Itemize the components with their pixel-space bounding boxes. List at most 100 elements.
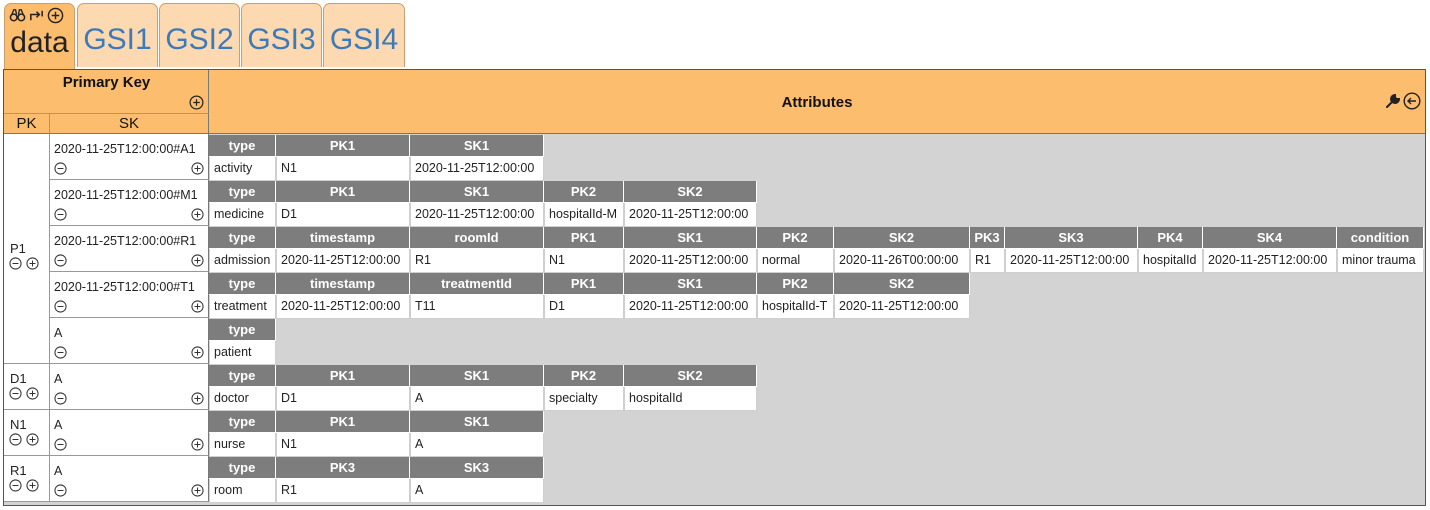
add-attribute-icon[interactable] xyxy=(191,484,204,497)
attribute-name-pk3: PK3 xyxy=(970,227,1005,249)
attribute-value[interactable]: hospitalId xyxy=(1138,249,1203,273)
attribute-value[interactable]: room xyxy=(209,479,276,503)
attribute-value[interactable]: hospitalId-T xyxy=(757,295,834,319)
binoculars-icon[interactable] xyxy=(9,7,26,24)
sort-key-value: A xyxy=(54,418,63,432)
attribute-value[interactable]: A xyxy=(410,387,544,411)
attribute-value[interactable]: D1 xyxy=(276,203,410,227)
attribute-value[interactable]: nurse xyxy=(209,433,276,457)
sort-key-cell: 2020-11-25T12:00:00#A1 xyxy=(50,134,209,180)
tab-tools xyxy=(9,6,64,24)
swap-icon[interactable] xyxy=(28,7,45,24)
attribute-value[interactable]: 2020-11-26T00:00:00 xyxy=(834,249,970,273)
attribute-value[interactable]: 2020-11-25T12:00:00 xyxy=(834,295,970,319)
attribute-value[interactable]: 2020-11-25T12:00:00 xyxy=(624,249,757,273)
attribute-name-type: type xyxy=(209,411,276,433)
sort-key-value: A xyxy=(54,464,63,478)
attribute-value[interactable]: hospitalId-M xyxy=(544,203,624,227)
attribute-value[interactable]: R1 xyxy=(276,479,410,503)
remove-partition-icon[interactable] xyxy=(9,433,22,446)
attribute-name-sk1: SK1 xyxy=(410,365,544,387)
attribute-value[interactable]: R1 xyxy=(410,249,544,273)
attribute-name-type: type xyxy=(209,365,276,387)
attribute-value[interactable]: 2020-11-25T12:00:00 xyxy=(276,295,410,319)
attribute-value[interactable]: N1 xyxy=(276,433,410,457)
add-partition-icon[interactable] xyxy=(26,387,39,400)
attribute-value[interactable]: T11 xyxy=(410,295,544,319)
add-attribute-icon[interactable] xyxy=(191,162,204,175)
add-partition-icon[interactable] xyxy=(26,479,39,492)
add-partition-icon[interactable] xyxy=(26,433,39,446)
remove-item-icon[interactable] xyxy=(54,346,67,359)
attribute-value[interactable]: 2020-11-25T12:00:00 xyxy=(276,249,410,273)
attribute-value[interactable]: 2020-11-25T12:00:00 xyxy=(1005,249,1138,273)
attribute-value[interactable]: 2020-11-25T12:00:00 xyxy=(624,203,757,227)
attribute-name-pk4: PK4 xyxy=(1138,227,1203,249)
add-attribute-icon[interactable] xyxy=(191,438,204,451)
remove-partition-icon[interactable] xyxy=(9,479,22,492)
attribute-value[interactable]: D1 xyxy=(276,387,410,411)
partition-key-buttons xyxy=(9,257,39,270)
collapse-left-icon[interactable] xyxy=(1403,92,1421,110)
attribute-name-sk2: SK2 xyxy=(624,181,757,203)
remove-item-icon[interactable] xyxy=(54,208,67,221)
attribute-name-sk1: SK1 xyxy=(410,181,544,203)
tab-gsi4[interactable]: GSI4 xyxy=(323,3,405,67)
partition-key-value: N1 xyxy=(10,417,27,432)
attribute-value[interactable]: medicine xyxy=(209,203,276,227)
attribute-value[interactable]: 2020-11-25T12:00:00 xyxy=(410,157,544,181)
partition-key-value: P1 xyxy=(10,241,26,256)
attribute-value[interactable]: doctor xyxy=(209,387,276,411)
remove-item-icon[interactable] xyxy=(54,484,67,497)
attribute-value[interactable]: hospitalId xyxy=(624,387,757,411)
attribute-value[interactable]: A xyxy=(410,479,544,503)
attribute-value[interactable]: D1 xyxy=(544,295,624,319)
remove-item-icon[interactable] xyxy=(54,392,67,405)
add-attribute-icon[interactable] xyxy=(191,392,204,405)
attribute-value[interactable]: N1 xyxy=(276,157,410,181)
add-attribute-icon[interactable] xyxy=(191,208,204,221)
attribute-name-sk1: SK1 xyxy=(410,411,544,433)
attribute-value[interactable]: normal xyxy=(757,249,834,273)
tab-gsi3[interactable]: GSI3 xyxy=(241,3,322,67)
add-attribute-icon[interactable] xyxy=(191,254,204,267)
remove-item-icon[interactable] xyxy=(54,300,67,313)
partition-key-value: R1 xyxy=(10,463,27,478)
attribute-value[interactable]: specialty xyxy=(544,387,624,411)
add-partition-icon[interactable] xyxy=(26,257,39,270)
wrench-icon[interactable] xyxy=(1384,92,1402,110)
attribute-value[interactable]: 2020-11-25T12:00:00 xyxy=(1203,249,1337,273)
partition-key-cell: R1 xyxy=(4,456,50,502)
add-attribute-icon[interactable] xyxy=(191,300,204,313)
remove-item-icon[interactable] xyxy=(54,438,67,451)
attribute-value[interactable]: 2020-11-25T12:00:00 xyxy=(624,295,757,319)
sort-key-cell: A xyxy=(50,364,209,410)
remove-partition-icon[interactable] xyxy=(9,387,22,400)
attribute-name-timestamp: timestamp xyxy=(276,273,410,295)
attribute-value[interactable]: A xyxy=(410,433,544,457)
attribute-value[interactable]: N1 xyxy=(544,249,624,273)
attribute-value[interactable]: treatment xyxy=(209,295,276,319)
data-table: Primary Key PK SK Attributes P1 2020-11-2… xyxy=(3,69,1426,506)
attribute-name-pk1: PK1 xyxy=(276,411,410,433)
add-circle-icon[interactable] xyxy=(47,7,64,24)
attribute-value[interactable]: R1 xyxy=(970,249,1005,273)
tab-gsi2[interactable]: GSI2 xyxy=(159,3,240,67)
tab-data[interactable]: data xyxy=(4,3,75,70)
attribute-name-sk1: SK1 xyxy=(410,135,544,157)
sort-key-value: A xyxy=(54,372,63,386)
attribute-value[interactable]: activity xyxy=(209,157,276,181)
attribute-value[interactable]: admission xyxy=(209,249,276,273)
attribute-name-pk1: PK1 xyxy=(276,135,410,157)
tab-gsi1[interactable]: GSI1 xyxy=(77,3,158,67)
add-key-icon[interactable] xyxy=(189,95,204,110)
attribute-value[interactable]: patient xyxy=(209,341,276,365)
attribute-value[interactable]: minor trauma xyxy=(1337,249,1424,273)
attribute-name-pk2: PK2 xyxy=(757,227,834,249)
attribute-value[interactable]: 2020-11-25T12:00:00 xyxy=(410,203,544,227)
add-attribute-icon[interactable] xyxy=(191,346,204,359)
tab-label: data xyxy=(10,26,69,59)
remove-item-icon[interactable] xyxy=(54,162,67,175)
remove-partition-icon[interactable] xyxy=(9,257,22,270)
remove-item-icon[interactable] xyxy=(54,254,67,267)
